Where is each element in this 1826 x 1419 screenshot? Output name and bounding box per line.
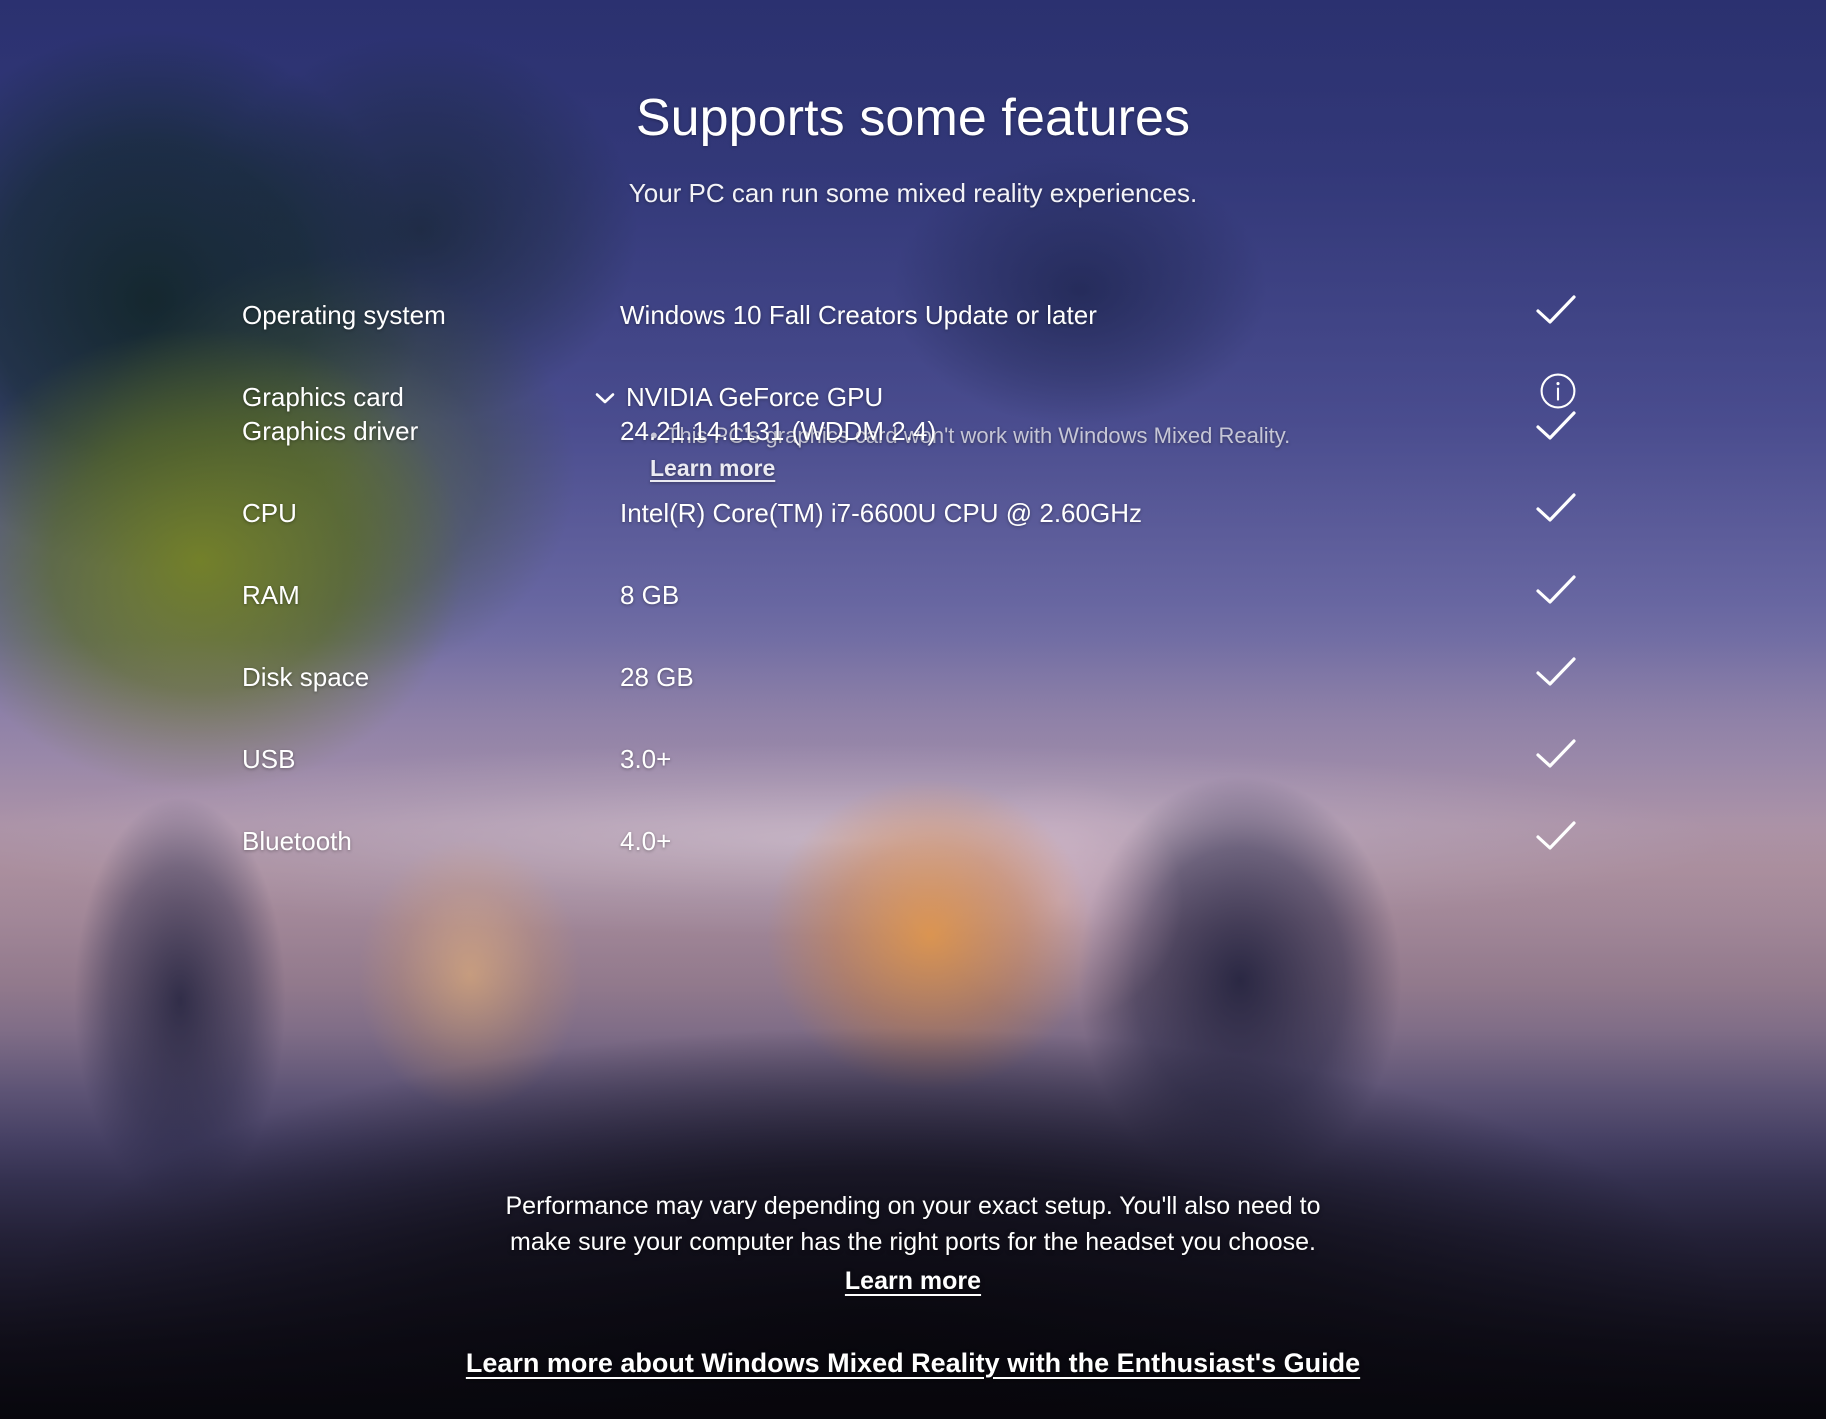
page-subtitle: Your PC can run some mixed reality exper… xyxy=(628,178,1198,208)
spec-label: Graphics driver xyxy=(242,416,419,446)
spec-value-row[interactable]: NVIDIA GeForce GPU xyxy=(595,382,1496,413)
spec-value-wrap: 24.21.14.1131 (WDDM 2.4) xyxy=(620,416,1496,447)
content-layer: Supports some features Your PC can run s… xyxy=(0,0,1826,1419)
spec-value-wrap: 3.0+ xyxy=(620,744,1496,775)
mixed-reality-pc-check-screen: Supports some features Your PC can run s… xyxy=(0,0,1826,1419)
spec-label: Bluetooth xyxy=(242,826,352,856)
page-title: Supports some features xyxy=(635,89,1191,147)
spec-row-bluetooth: Bluetooth 4.0+ xyxy=(0,821,1826,908)
spec-list: Operating system Windows 10 Fall Creator… xyxy=(0,295,1826,908)
spec-value: 28 GB xyxy=(620,662,694,692)
spec-label: Operating system xyxy=(242,300,446,330)
spec-value-wrap: Windows 10 Fall Creators Update or later xyxy=(620,300,1496,331)
spec-label: USB xyxy=(242,744,296,774)
checkmark-icon xyxy=(1528,398,1584,454)
checkmark-icon xyxy=(1528,562,1584,618)
spec-label: CPU xyxy=(242,498,297,528)
footer-note-line-1: Performance may vary depending on your e… xyxy=(505,1192,1321,1220)
spec-value: 4.0+ xyxy=(620,826,672,856)
spec-value: 24.21.14.1131 (WDDM 2.4) xyxy=(620,416,936,446)
checkmark-icon xyxy=(1528,282,1584,338)
spec-value-wrap: Intel(R) Core(TM) i7-6600U CPU @ 2.60GHz xyxy=(620,498,1496,529)
spec-value: Windows 10 Fall Creators Update or later xyxy=(620,300,1097,330)
enthusiasts-guide-link[interactable]: Learn more about Windows Mixed Reality w… xyxy=(0,1348,1826,1379)
spec-value: 8 GB xyxy=(620,580,680,610)
spec-value: NVIDIA GeForce GPU xyxy=(626,382,884,412)
chevron-down-icon[interactable] xyxy=(592,385,626,411)
footer-note-line-2: make sure your computer has the right po… xyxy=(510,1228,1316,1257)
spec-label: Graphics card xyxy=(242,382,404,412)
spec-value: Intel(R) Core(TM) i7-6600U CPU @ 2.60GHz xyxy=(620,498,1142,528)
footer-note-block: Performance may vary depending on your e… xyxy=(0,1188,1826,1296)
spec-value-wrap: 28 GB xyxy=(620,662,1496,693)
footer-learn-more-link[interactable]: Learn more xyxy=(845,1267,981,1296)
spec-label: RAM xyxy=(242,580,300,610)
checkmark-icon xyxy=(1528,480,1584,536)
spec-label: Disk space xyxy=(242,662,370,692)
checkmark-icon xyxy=(1528,726,1584,782)
checkmark-icon xyxy=(1528,644,1584,700)
spec-value-wrap: 4.0+ xyxy=(620,826,1496,857)
spec-value: 3.0+ xyxy=(620,744,672,774)
checkmark-icon xyxy=(1528,808,1584,864)
spec-value-wrap: 8 GB xyxy=(620,580,1496,611)
